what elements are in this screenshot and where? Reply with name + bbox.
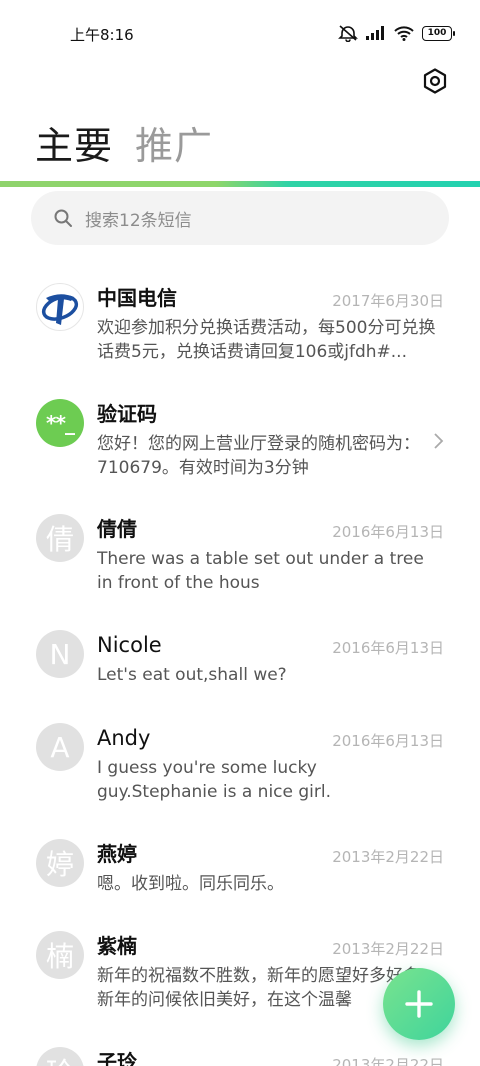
- message-snippet: 您好！您的网上营业厅登录的随机密码为：710679。有效时间为3分钟: [97, 434, 420, 478]
- conversation-item[interactable]: 婷 燕婷 2013年2月22日 嗯。收到啦。同乐同乐。: [0, 826, 480, 906]
- contact-name: 子玲: [97, 1050, 137, 1066]
- avatar: 玲: [36, 1047, 84, 1066]
- avatar: [36, 283, 84, 331]
- plus-icon: [405, 990, 433, 1018]
- avatar: 楠: [36, 931, 84, 979]
- avatar: **_: [36, 399, 84, 447]
- contact-name: 验证码: [97, 402, 157, 426]
- message-date: 2017年6月30日: [332, 292, 444, 310]
- contact-name: 倩倩: [97, 517, 137, 541]
- contact-name: 紫楠: [97, 934, 137, 958]
- chevron-right-icon: [434, 433, 444, 449]
- message-snippet: I guess you're some lucky guy.Stephanie …: [97, 758, 332, 802]
- message-snippet: 嗯。收到啦。同乐同乐。: [97, 874, 284, 894]
- new-message-button[interactable]: [383, 968, 455, 1040]
- message-date: 2013年2月22日: [332, 940, 444, 958]
- wifi-icon: [394, 25, 414, 41]
- message-date: 2016年6月13日: [332, 523, 444, 541]
- settings-button[interactable]: [420, 66, 450, 96]
- mute-icon: [338, 24, 358, 42]
- contact-name: Andy: [97, 726, 151, 750]
- conversation-item[interactable]: 倩 倩倩 2016年6月13日 There was a table set ou…: [0, 501, 480, 601]
- tab-indicator: [0, 181, 480, 187]
- message-date: 2016年6月13日: [332, 732, 444, 750]
- tab-primary[interactable]: 主要: [35, 122, 113, 170]
- conversation-item[interactable]: **_ 验证码 您好！您的网上营业厅登录的随机密码为：710679。有效时间为3…: [0, 386, 480, 486]
- gear-icon: [423, 68, 447, 94]
- search-placeholder: 搜索12条短信: [85, 210, 192, 231]
- message-snippet: There was a table set out under a tree i…: [97, 549, 424, 593]
- avatar: 婷: [36, 839, 84, 887]
- battery-icon: 100: [422, 25, 455, 41]
- contact-name: 中国电信: [97, 286, 177, 310]
- avatar: A: [36, 723, 84, 771]
- search-icon: [54, 209, 72, 227]
- conversation-item[interactable]: 玲 子玲 2013年2月22日: [0, 1034, 480, 1066]
- message-date: 2013年2月22日: [332, 1056, 444, 1066]
- tab-promotions[interactable]: 推广: [135, 122, 213, 170]
- message-snippet: 欢迎参加积分兑换话费活动，每500分可兑换话费5元，兑换话费请回复106或jfd…: [97, 318, 436, 362]
- avatar: 倩: [36, 514, 84, 562]
- search-bar[interactable]: 搜索12条短信: [31, 191, 449, 245]
- tab-bar: 主要 推广: [35, 122, 213, 170]
- message-snippet: Let's eat out,shall we?: [97, 665, 287, 685]
- message-date: 2013年2月22日: [332, 848, 444, 866]
- conversation-item[interactable]: A Andy 2016年6月13日 I guess you're some lu…: [0, 710, 480, 810]
- status-time: 上午8:16: [70, 26, 134, 44]
- status-bar: 上午8:16 100: [0, 0, 480, 64]
- conversation-item[interactable]: 中国电信 2017年6月30日 欢迎参加积分兑换话费活动，每500分可兑换话费5…: [0, 270, 480, 370]
- status-icons: 100: [338, 22, 455, 44]
- contact-name: 燕婷: [97, 842, 137, 866]
- message-date: 2016年6月13日: [332, 639, 444, 657]
- avatar: N: [36, 630, 84, 678]
- signal-icon: [366, 26, 386, 40]
- conversation-item[interactable]: N Nicole 2016年6月13日 Let's eat out,shall …: [0, 617, 480, 697]
- contact-name: Nicole: [97, 633, 162, 657]
- telecom-logo-icon: [41, 294, 79, 325]
- messages-screen: 上午8:16 100 主要 推广 搜索12条短信 中国电信 2017年6月30日…: [0, 0, 480, 1066]
